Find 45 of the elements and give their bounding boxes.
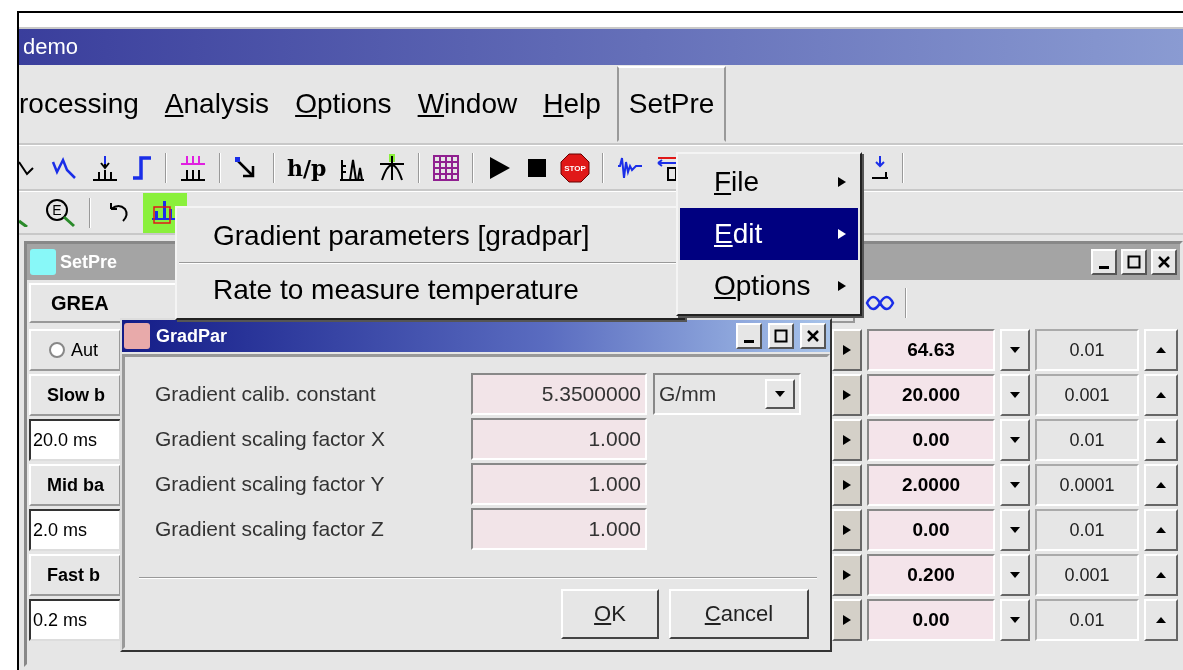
step-field[interactable]: 0.01 xyxy=(1035,599,1139,641)
toggle-button[interactable]: Slow b xyxy=(29,374,121,416)
stop-sign-icon[interactable]: STOP xyxy=(560,152,591,183)
value-field[interactable]: 0.00 xyxy=(867,419,995,461)
step-field[interactable]: 0.01 xyxy=(1035,509,1139,551)
unit-dropdown[interactable]: G/mm xyxy=(653,372,801,415)
menu-item[interactable]: Options xyxy=(295,88,392,120)
menu-item[interactable]: Edit xyxy=(680,208,858,260)
window-title: SetPre xyxy=(60,251,119,273)
input-field[interactable]: 1.000 xyxy=(471,417,647,460)
step-field[interactable]: 0.001 xyxy=(1035,374,1139,416)
toggle-button[interactable]: Fast b xyxy=(29,554,121,596)
input-field[interactable]: 20.0 ms xyxy=(29,419,121,461)
menu-item[interactable]: Window xyxy=(417,88,518,120)
ok-button[interactable]: OK xyxy=(561,589,659,639)
field-label: Gradient calib. constant xyxy=(155,381,377,406)
input-field[interactable]: 2.0 ms xyxy=(29,509,121,551)
input-field[interactable]: 5.3500000 xyxy=(471,372,647,415)
menu-item[interactable]: Analysis xyxy=(164,88,270,120)
input-field[interactable]: 0.2 ms xyxy=(29,599,121,641)
field-label: Gradient scaling factor Z xyxy=(155,516,385,541)
value-field[interactable]: 20.000 xyxy=(867,374,995,416)
radio-label: Aut xyxy=(71,339,99,361)
menu-item[interactable]: rocessing xyxy=(19,88,139,120)
menu-item[interactable]: SetPre xyxy=(616,66,727,142)
value-field[interactable]: 0.00 xyxy=(867,509,995,551)
menu-item[interactable]: File xyxy=(680,156,858,208)
field-label: Gradient scaling factor Y xyxy=(155,471,386,496)
value-field[interactable]: 2.0000 xyxy=(867,464,995,506)
step-field[interactable]: 0.001 xyxy=(1035,554,1139,596)
value-field[interactable]: 0.200 xyxy=(867,554,995,596)
step-field[interactable]: 0.0001 xyxy=(1035,464,1139,506)
dialog-title: GradPar xyxy=(156,325,229,347)
window-title: demo xyxy=(23,34,79,60)
value-field[interactable]: 0.00 xyxy=(867,599,995,641)
step-field[interactable]: 0.01 xyxy=(1035,419,1139,461)
value-field[interactable]: 64.63 xyxy=(867,329,995,371)
menu-item[interactable]: Help xyxy=(543,88,601,120)
ratio-tool[interactable]: h/p xyxy=(287,154,327,181)
field-label: Gradient scaling factor X xyxy=(155,426,386,451)
toggle-button[interactable]: Mid ba xyxy=(29,464,121,506)
step-field[interactable]: 0.01 xyxy=(1035,329,1139,371)
input-field[interactable]: 1.000 xyxy=(471,507,647,550)
input-field[interactable]: 1.000 xyxy=(471,462,647,505)
cancel-button[interactable]: Cancel xyxy=(669,589,809,639)
